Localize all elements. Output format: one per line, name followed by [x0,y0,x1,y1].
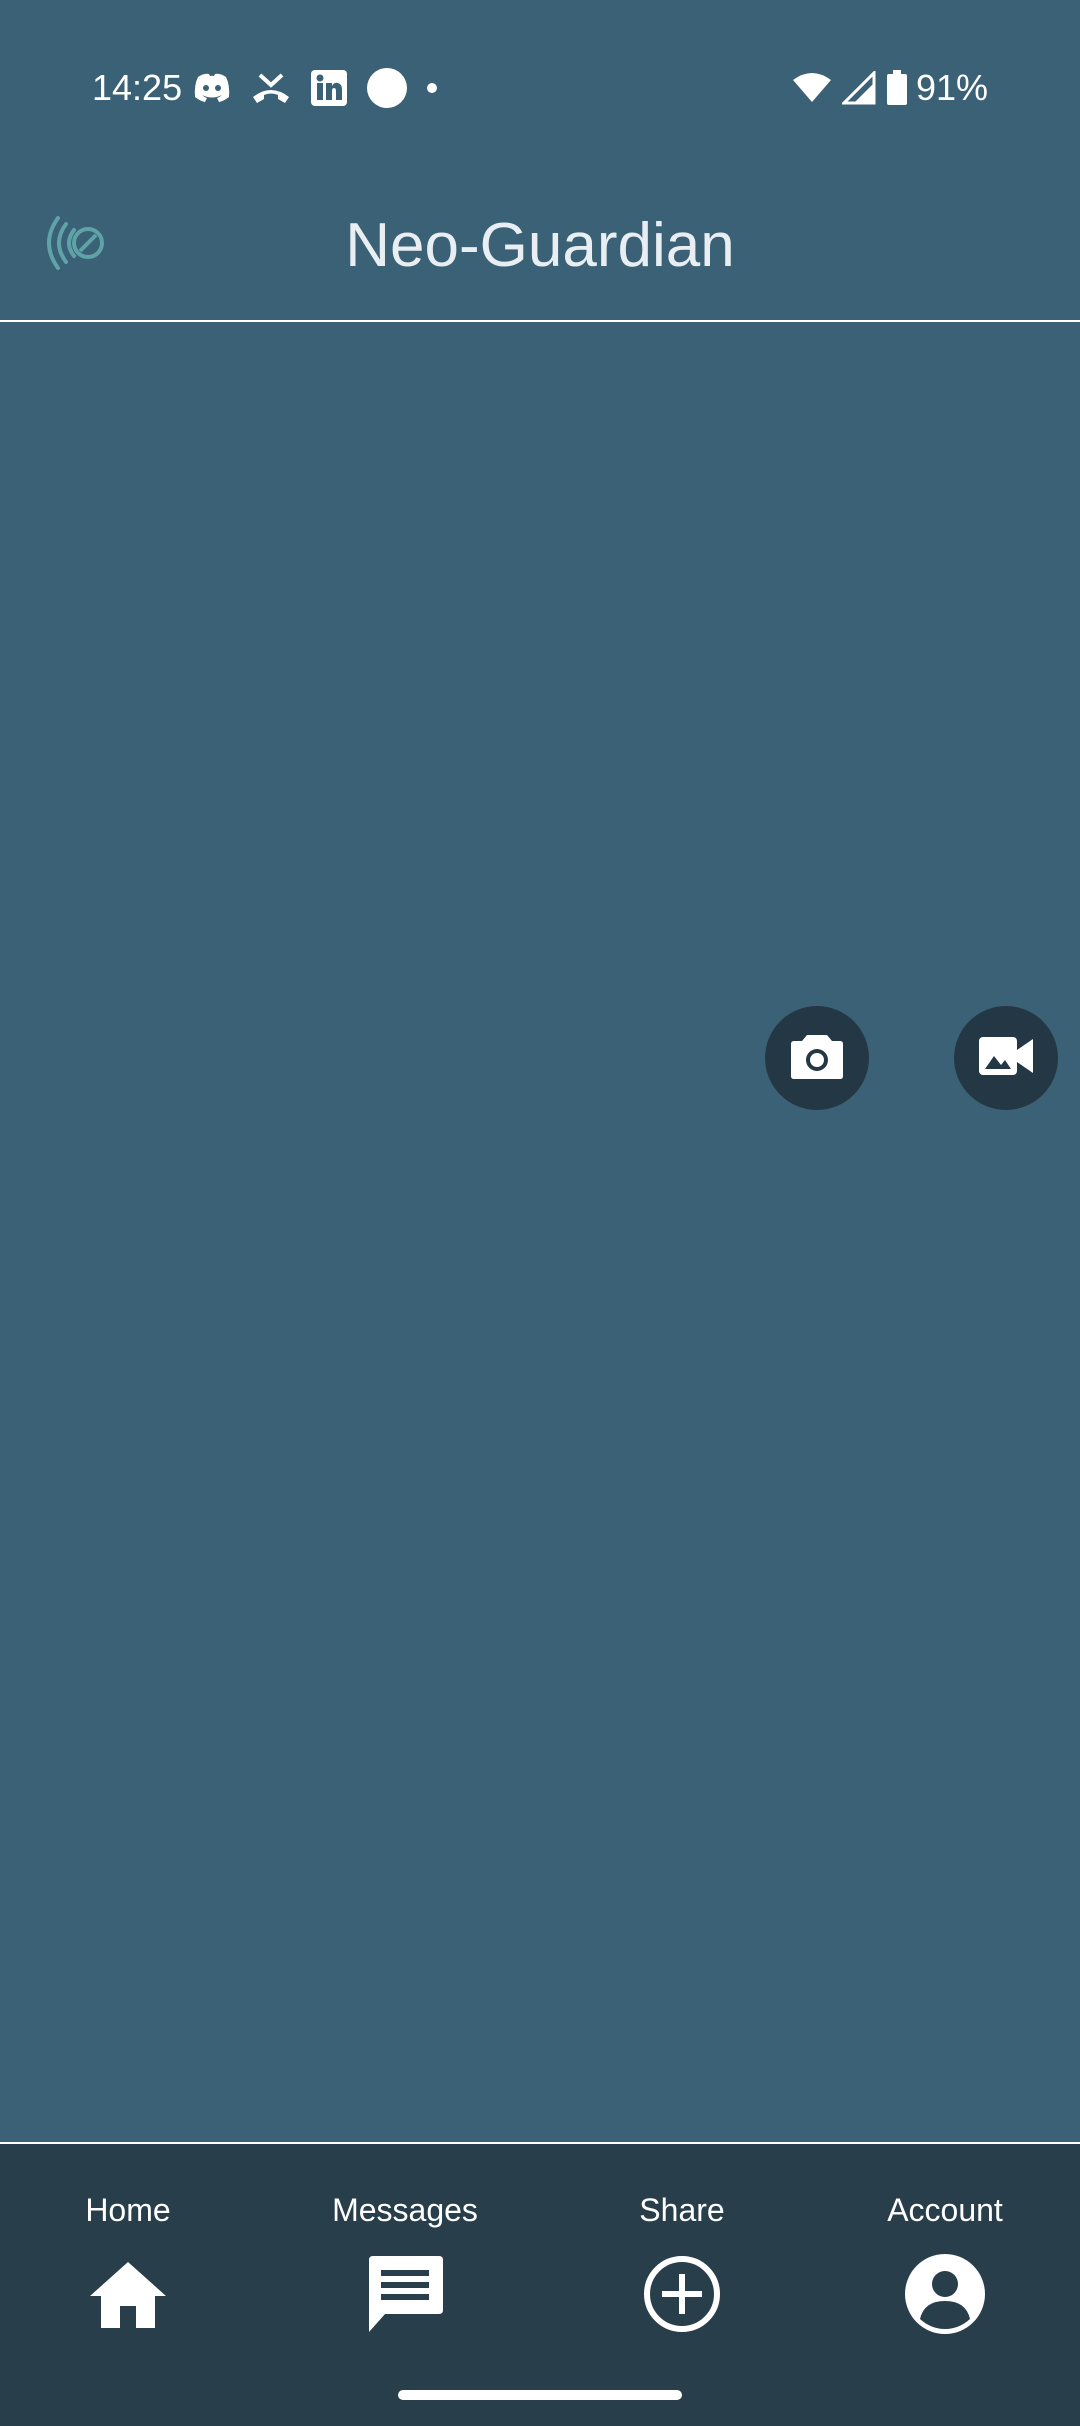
battery-percentage: 91% [915,67,988,108]
main-content-area [0,322,1080,2142]
nav-home-label: Home [85,2192,171,2228]
nav-messages-label: Messages [332,2192,478,2228]
notification-icons [192,66,456,110]
missed-call-icon [250,71,292,105]
app-title: Neo-Guardian [345,211,735,280]
linkedin-icon [310,69,348,107]
camera-icon [789,1031,845,1086]
nav-account[interactable]: Account [835,2190,1055,2360]
more-notifications-dot-icon [426,82,438,94]
status-time: 14:25 [92,67,183,108]
circle-app-icon [366,67,408,109]
bottom-navigation: Home Messages Share Account [0,2142,1080,2426]
nav-messages[interactable]: Messages [295,2190,515,2360]
video-camera-icon [977,1034,1035,1083]
system-status-icons: 91% [782,66,988,110]
nav-home[interactable]: Home [18,2190,238,2360]
battery-icon [886,70,908,106]
app-header: Neo-Guardian [0,176,1080,322]
add-circle-icon [640,2252,724,2336]
nav-share[interactable]: Share [572,2190,792,2360]
status-bar: 14:25 91% [0,0,1080,176]
home-icon [86,2252,170,2336]
discord-icon [192,71,232,105]
message-icon [363,2252,447,2336]
gesture-navigation-bar[interactable] [398,2390,682,2400]
take-photo-button[interactable] [765,1006,869,1110]
nav-account-label: Account [887,2192,1003,2228]
nav-share-label: Share [639,2192,725,2228]
cellular-signal-icon [841,71,876,105]
account-circle-icon [903,2252,987,2336]
record-video-button[interactable] [954,1006,1058,1110]
wifi-icon [792,72,832,104]
